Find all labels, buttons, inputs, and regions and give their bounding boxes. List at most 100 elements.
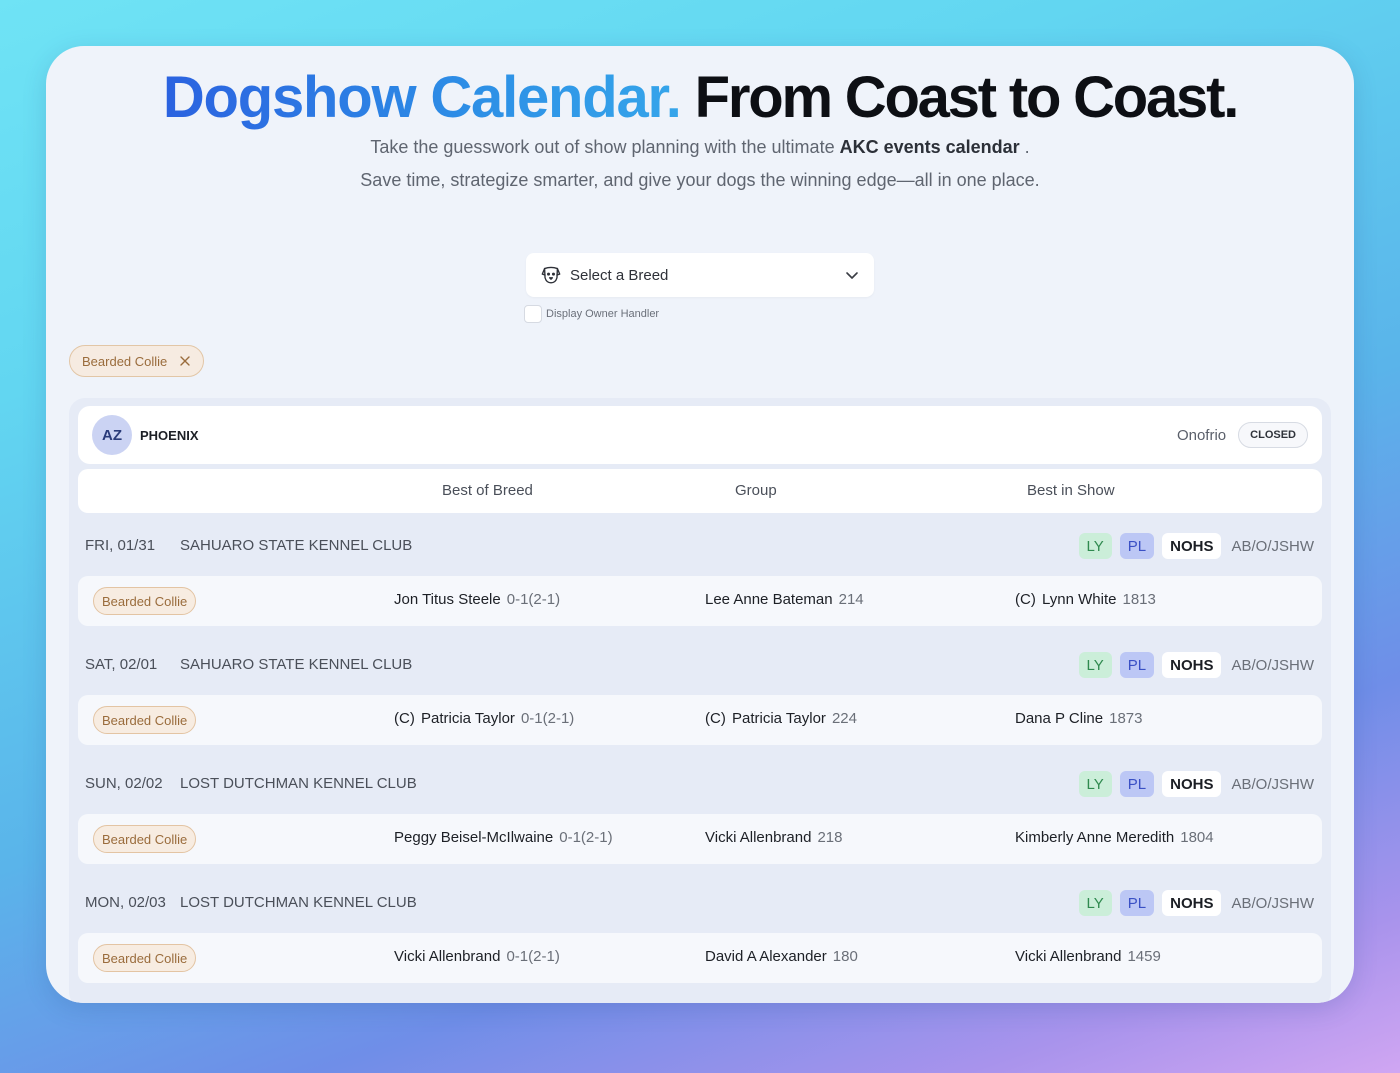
tag-ly: LY [1078, 533, 1112, 559]
show-header: MON, 02/03 LOST DUTCHMAN KENNEL CLUB LY … [78, 875, 1322, 933]
result-row: Bearded Collie Peggy Beisel-McIlwaine 0-1… [78, 814, 1322, 864]
status-badge: CLOSED [1238, 422, 1308, 448]
tag-pl: PL [1119, 533, 1155, 559]
group-judge: Vicki Allenbrand 218 [705, 829, 843, 846]
breed-filter-chip-label: Bearded Collie [82, 353, 168, 369]
group-count: 224 [831, 710, 857, 727]
group-name: David A Alexander [705, 948, 827, 965]
kennel-club[interactable]: LOST DUTCHMAN KENNEL CLUB [180, 894, 417, 911]
result-row: Bearded Collie (C) Patricia Taylor 0-1(2-… [78, 695, 1322, 745]
tag-pl: PL [1119, 890, 1155, 916]
city-name: PHOENIX [140, 427, 199, 443]
bis-name: Dana P Cline [1015, 710, 1104, 727]
dog-face-icon [540, 264, 562, 286]
breed-badge: Bearded Collie [93, 944, 197, 972]
result-row: Bearded Collie Jon Titus Steele 0-1(2-1) … [78, 576, 1322, 626]
bob-judge: Peggy Beisel-McIlwaine 0-1(2-1) [394, 829, 613, 846]
owner-handler-label: Display Owner Handler [546, 308, 660, 320]
group-co-flag: (C) [705, 710, 730, 727]
bis-count: 1459 [1127, 948, 1161, 965]
show-tags: LY PL NOHS AB/O/JSHW [1078, 533, 1314, 559]
bob-count: 0-1(2-1) [506, 948, 560, 965]
bis-judge: Dana P Cline 1873 [1015, 710, 1143, 727]
tag-classes: AB/O/JSHW [1231, 656, 1314, 674]
bob-name: Patricia Taylor [421, 710, 515, 727]
superintendent: Onofrio [1176, 426, 1227, 444]
tag-pl: PL [1119, 652, 1155, 678]
chevron-down-icon [844, 267, 860, 283]
bob-name: Vicki Allenbrand [394, 948, 501, 965]
bob-count: 0-1(2-1) [559, 829, 613, 846]
results-panel: AZ PHOENIX Onofrio CLOSED Best of Breed … [69, 398, 1331, 1003]
subtitle-text: Take the guesswork out of show planning … [370, 137, 840, 157]
breed-select-placeholder: Select a Breed [570, 266, 669, 284]
group-count: 180 [832, 948, 858, 965]
subtitle-text-end: . [1019, 137, 1030, 157]
state-avatar: AZ [92, 415, 132, 455]
bis-judge: Kimberly Anne Meredith 1804 [1015, 829, 1214, 846]
bob-co-flag: (C) [394, 710, 419, 727]
subtitle-highlight: AKC events calendar [839, 137, 1020, 157]
breed-filter-chip[interactable]: Bearded Collie [69, 345, 205, 377]
group-name: Patricia Taylor [732, 710, 826, 727]
bob-judge: (C) Patricia Taylor 0-1(2-1) [394, 710, 574, 727]
show-tags: LY PL NOHS AB/O/JSHW [1078, 890, 1314, 916]
subtitle-line-1: Take the guesswork out of show planning … [46, 137, 1354, 158]
bob-judge: Jon Titus Steele 0-1(2-1) [394, 591, 560, 608]
group-count: 214 [838, 591, 864, 608]
bob-count: 0-1(2-1) [520, 710, 575, 727]
show-tags: LY PL NOHS AB/O/JSHW [1078, 652, 1314, 678]
bis-count: 1813 [1122, 591, 1156, 608]
show-block: FRI, 01/31 SAHUARO STATE KENNEL CLUB LY … [78, 518, 1322, 626]
bis-count: 1873 [1109, 710, 1143, 727]
location-header: AZ PHOENIX Onofrio CLOSED [78, 406, 1322, 464]
owner-handler-toggle[interactable]: Display Owner Handler [524, 305, 659, 323]
group-name: Lee Anne Bateman [705, 591, 833, 608]
show-tags: LY PL NOHS AB/O/JSHW [1078, 771, 1314, 797]
subtitle-line-2: Save time, strategize smarter, and give … [360, 170, 1040, 190]
show-header: SAT, 02/01 SAHUARO STATE KENNEL CLUB LY … [78, 637, 1322, 695]
kennel-club[interactable]: SAHUARO STATE KENNEL CLUB [180, 656, 412, 673]
tag-nohs: NOHS [1162, 771, 1222, 797]
title-accent: Dogshow Calendar. [162, 65, 682, 130]
group-name: Vicki Allenbrand [705, 829, 812, 846]
bis-co-flag: (C) [1015, 591, 1040, 608]
result-row: Bearded Collie Vicki Allenbrand 0-1(2-1) … [78, 933, 1322, 983]
tag-classes: AB/O/JSHW [1231, 894, 1314, 912]
page-title: Dogshow Calendar. From Coast to Coast. [46, 64, 1354, 131]
kennel-club[interactable]: SAHUARO STATE KENNEL CLUB [180, 537, 412, 554]
close-icon[interactable] [179, 355, 191, 367]
bis-name: Vicki Allenbrand [1015, 948, 1122, 965]
column-header-bob: Best of Breed [442, 482, 533, 499]
show-date: SAT, 02/01 [85, 656, 158, 673]
calendar-card: Dogshow Calendar. From Coast to Coast. Ta… [46, 46, 1354, 1003]
tag-classes: AB/O/JSHW [1231, 775, 1314, 793]
tag-nohs: NOHS [1162, 533, 1222, 559]
show-date: SUN, 02/02 [85, 775, 163, 792]
column-header-group: Group [735, 482, 777, 499]
tag-nohs: NOHS [1162, 890, 1222, 916]
bob-name: Peggy Beisel-McIlwaine [394, 829, 554, 846]
tag-classes: AB/O/JSHW [1231, 537, 1314, 555]
show-date: MON, 02/03 [85, 894, 166, 911]
group-count: 218 [817, 829, 843, 846]
bis-name: Kimberly Anne Meredith [1015, 829, 1175, 846]
breed-badge: Bearded Collie [93, 825, 197, 853]
kennel-club[interactable]: LOST DUTCHMAN KENNEL CLUB [180, 775, 417, 792]
show-block: SAT, 02/01 SAHUARO STATE KENNEL CLUB LY … [78, 637, 1322, 745]
owner-handler-checkbox[interactable] [524, 305, 542, 323]
tag-ly: LY [1078, 771, 1112, 797]
bob-judge: Vicki Allenbrand 0-1(2-1) [394, 948, 560, 965]
tag-ly: LY [1078, 652, 1112, 678]
show-header: FRI, 01/31 SAHUARO STATE KENNEL CLUB LY … [78, 518, 1322, 576]
show-block: SUN, 02/02 LOST DUTCHMAN KENNEL CLUB LY … [78, 756, 1322, 864]
breed-badge: Bearded Collie [93, 706, 197, 734]
breed-select[interactable]: Select a Breed [526, 253, 874, 297]
bis-judge: Vicki Allenbrand 1459 [1015, 948, 1161, 965]
tag-ly: LY [1078, 890, 1112, 916]
bis-name: Lynn White [1042, 591, 1117, 608]
title-dark: From Coast to Coast. [694, 65, 1240, 130]
tag-pl: PL [1119, 771, 1155, 797]
tag-nohs: NOHS [1162, 652, 1222, 678]
show-header: SUN, 02/02 LOST DUTCHMAN KENNEL CLUB LY … [78, 756, 1322, 814]
